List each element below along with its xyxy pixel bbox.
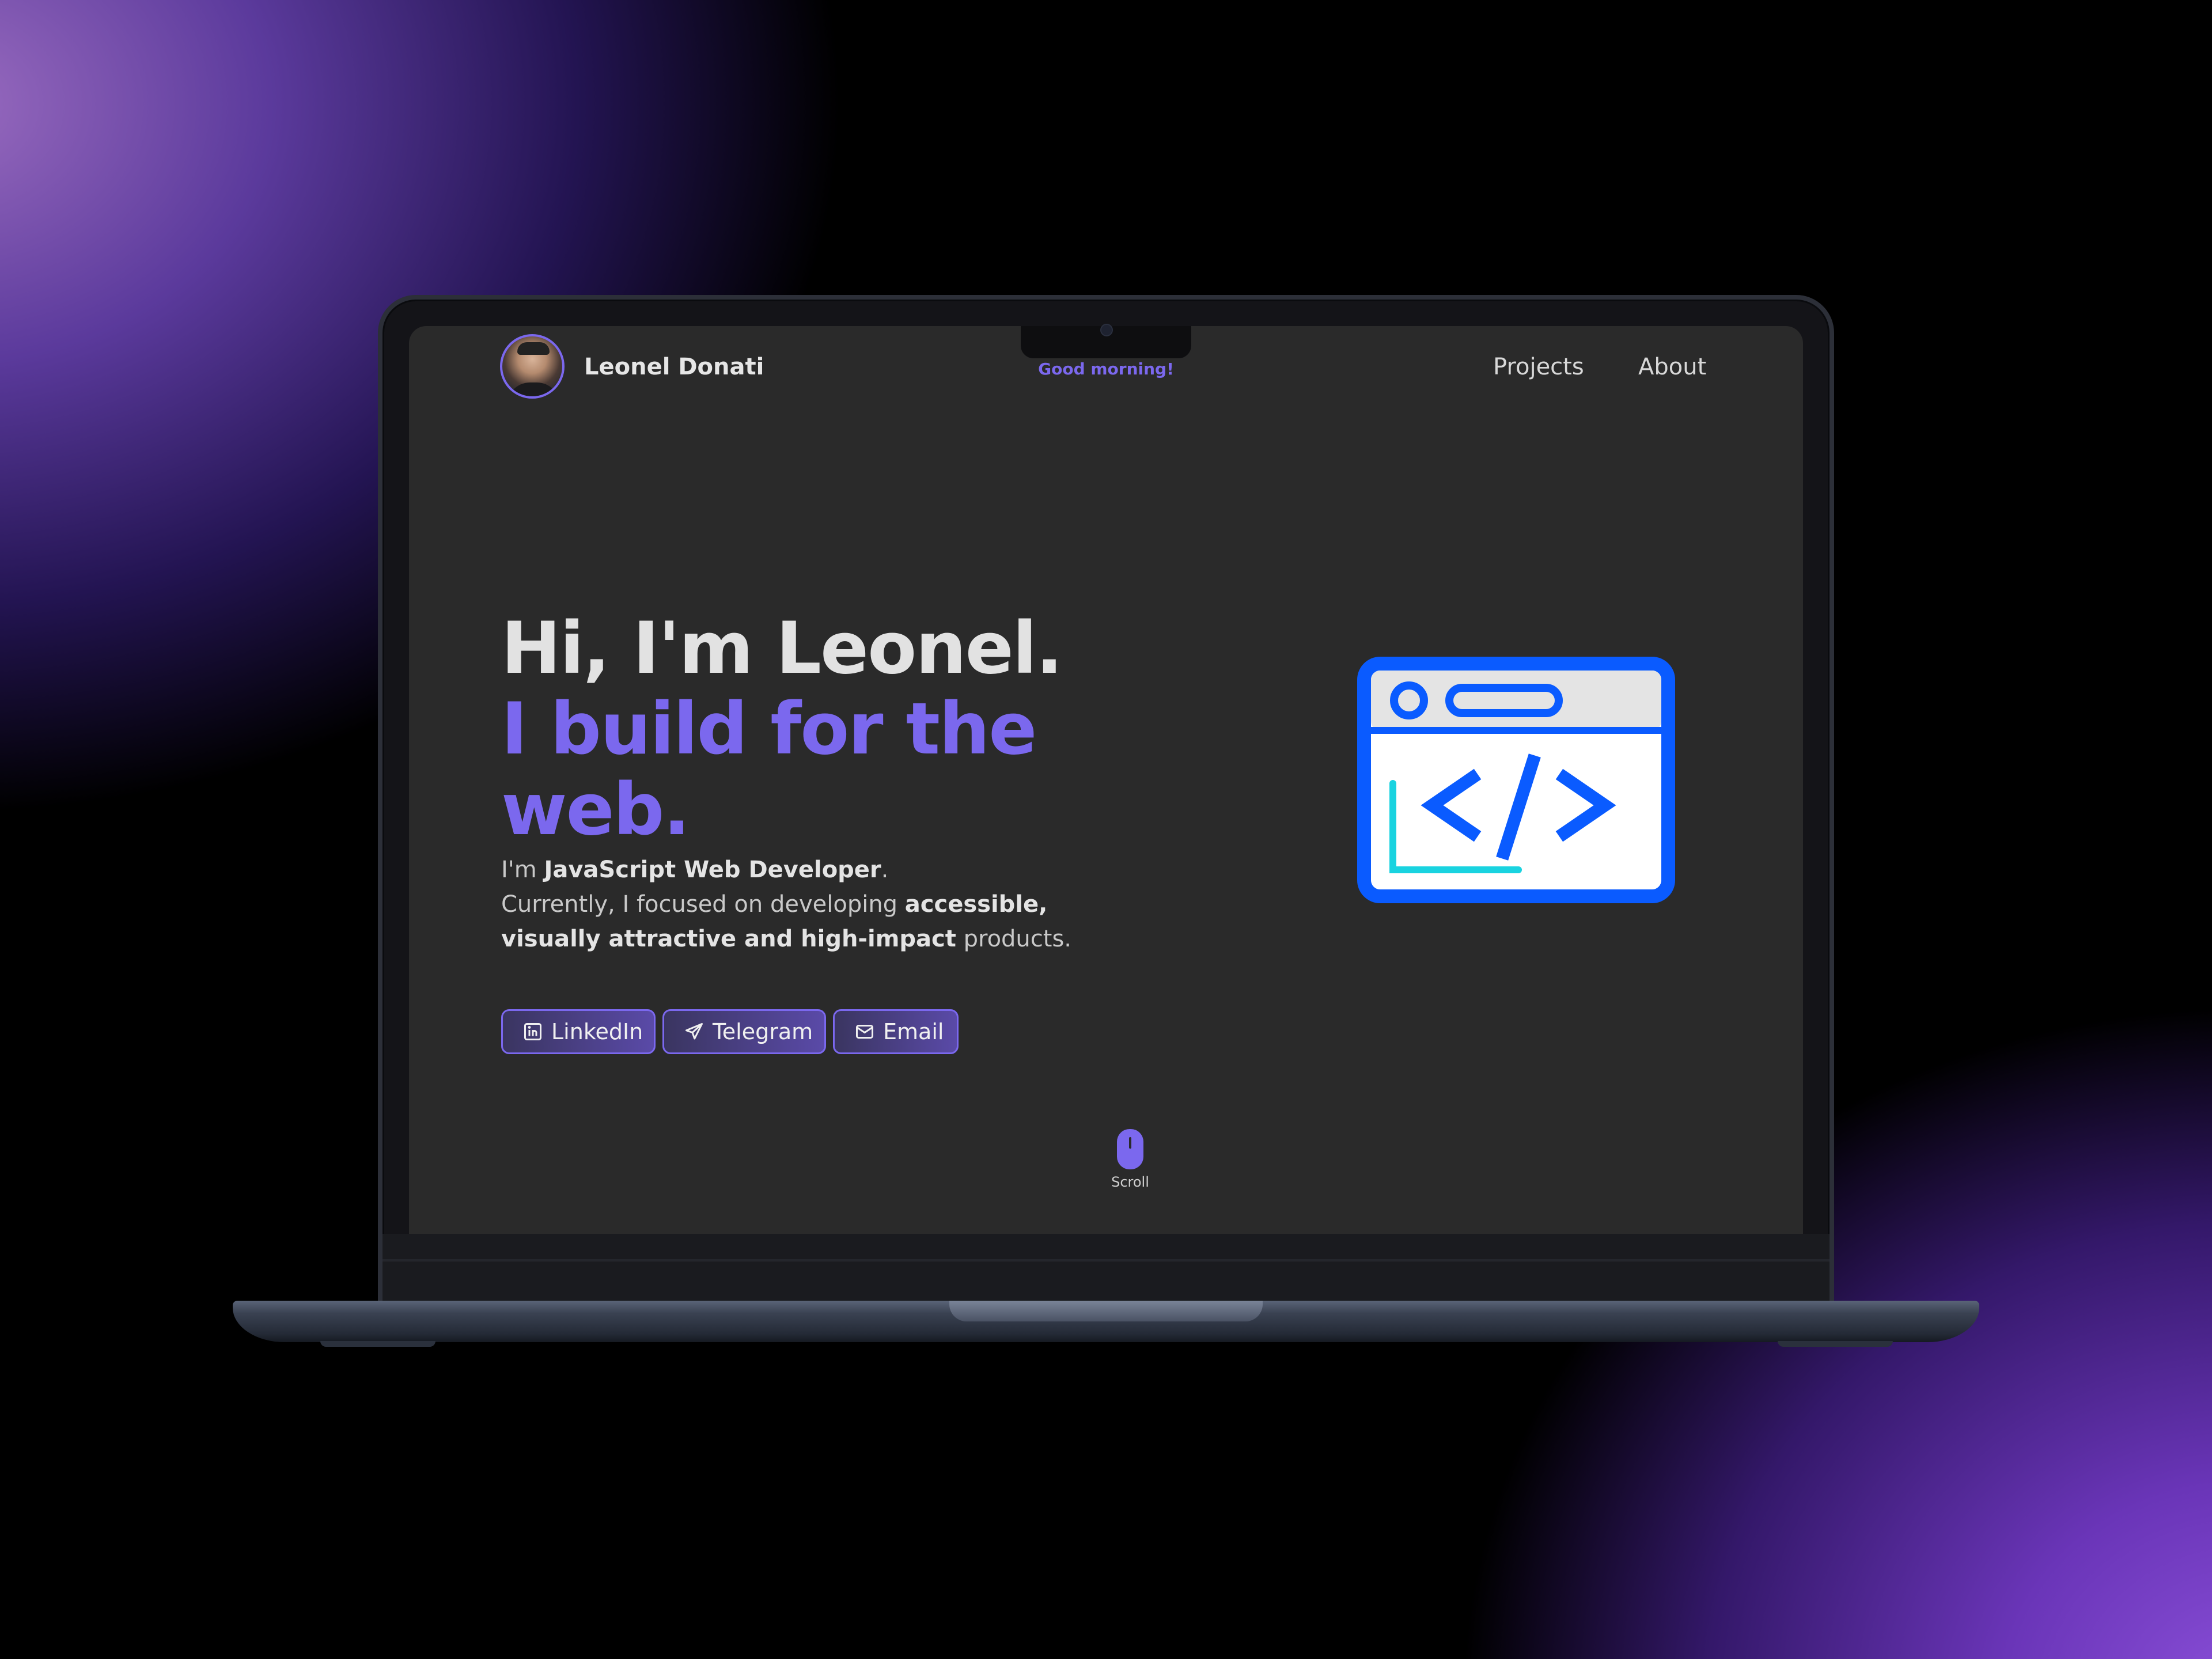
hero-heading: Hi, I'm Leonel. I build for the web. <box>501 608 1135 850</box>
email-button[interactable]: Email <box>833 1009 959 1054</box>
telegram-button[interactable]: Telegram <box>662 1009 826 1054</box>
hero-line-1: Hi, I'm Leonel. <box>501 607 1063 690</box>
hero-line-2: I build for the <box>501 688 1037 771</box>
linkedin-label: LinkedIn <box>551 1019 643 1044</box>
laptop-foot-right <box>1778 1341 1893 1347</box>
code-window-icon <box>1357 657 1675 903</box>
nav-item-projects[interactable]: Projects <box>1493 354 1584 380</box>
hero-description: I'm JavaScript Web Developer. Currently,… <box>501 853 1077 956</box>
hero-line-3: web. <box>501 768 691 851</box>
avatar[interactable] <box>500 334 565 399</box>
nav-item-about[interactable]: About <box>1638 354 1706 380</box>
laptop-chin <box>382 1234 1830 1301</box>
mouse-icon <box>1117 1129 1143 1169</box>
mail-icon <box>856 1025 873 1039</box>
laptop-screen: Leonel Donati Good morning! Projects Abo… <box>409 326 1803 1234</box>
description-line-3: visually attractive and high-impact prod… <box>501 926 1072 952</box>
brand-name[interactable]: Leonel Donati <box>584 354 764 380</box>
laptop-foot-left <box>320 1341 435 1347</box>
scroll-label: Scroll <box>1111 1174 1149 1190</box>
linkedin-icon <box>524 1023 541 1040</box>
laptop-hinge <box>949 1301 1263 1321</box>
description-line-1: I'm JavaScript Web Developer. <box>501 857 889 883</box>
greeting-text: Good morning! <box>1038 359 1174 378</box>
description-line-2: Currently, I focused on developing acces… <box>501 891 1048 918</box>
scroll-indicator[interactable]: Scroll <box>1107 1129 1153 1190</box>
telegram-label: Telegram <box>713 1019 813 1044</box>
laptop-chin-divider <box>382 1259 1830 1262</box>
camera-icon <box>1100 324 1113 336</box>
telegram-icon <box>685 1023 703 1040</box>
linkedin-button[interactable]: LinkedIn <box>501 1009 656 1054</box>
email-label: Email <box>883 1019 944 1044</box>
